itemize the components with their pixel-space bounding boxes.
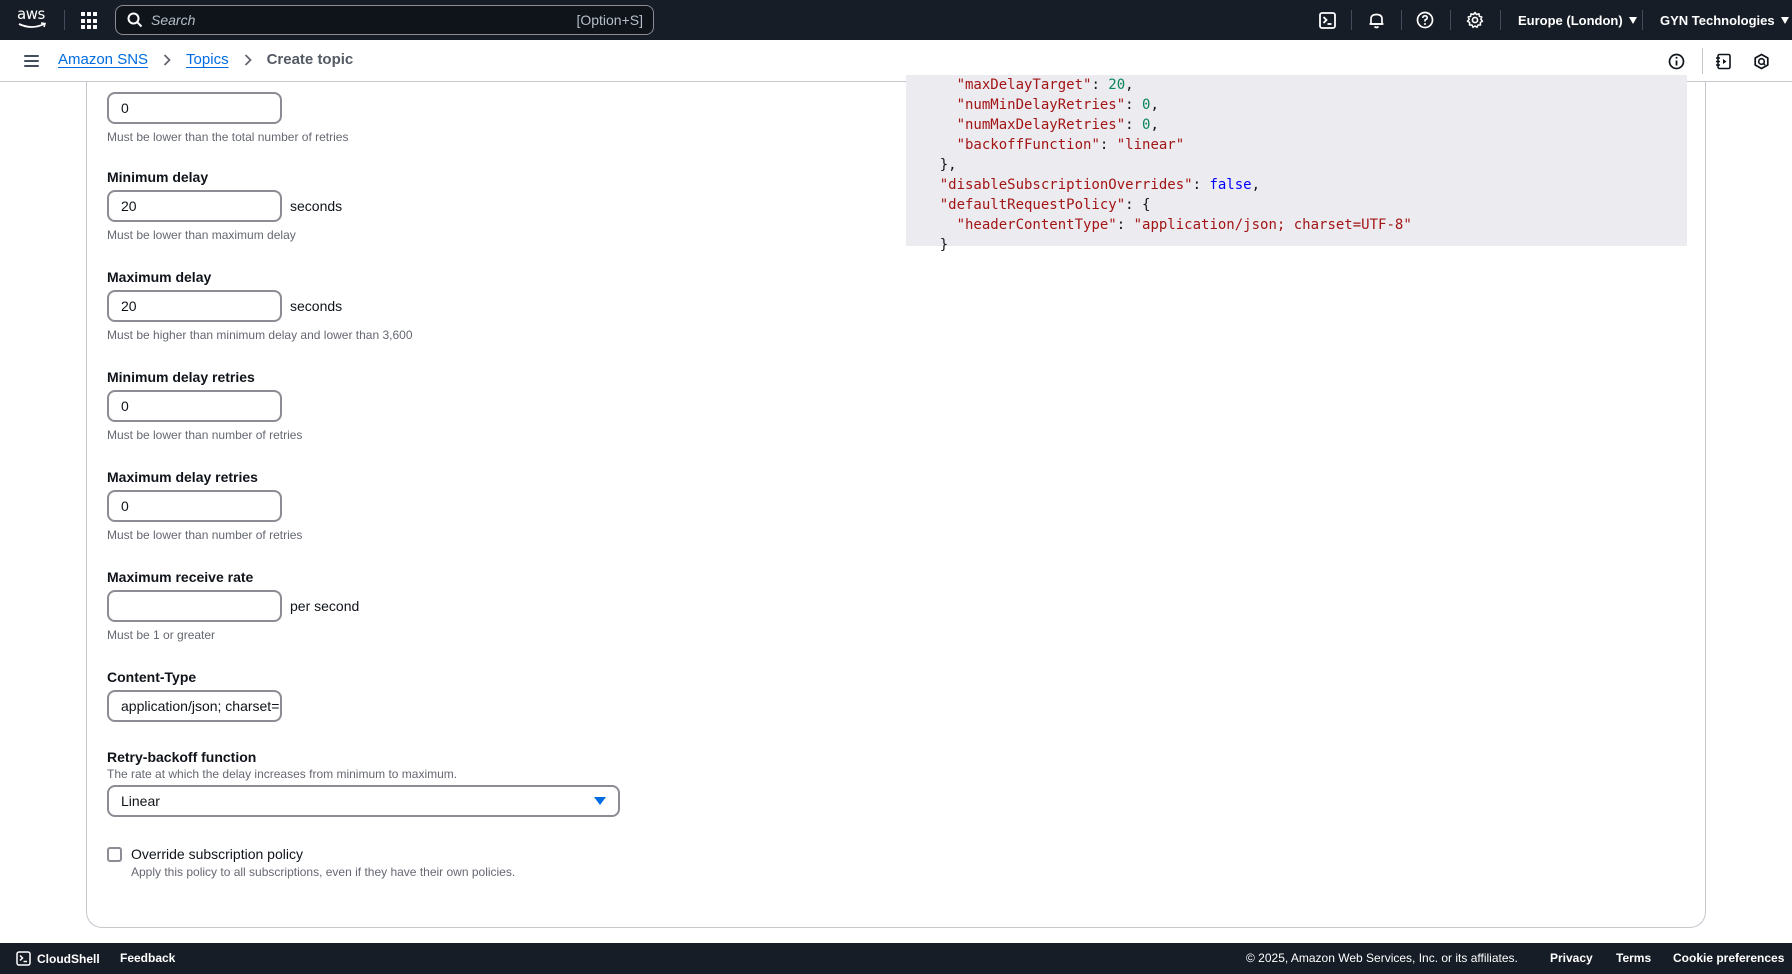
retry-backoff-label: Retry-backoff function bbox=[107, 749, 257, 765]
aws-logo[interactable]: aws bbox=[17, 6, 49, 32]
min-delay-retries-label: Minimum delay retries bbox=[107, 369, 255, 385]
search-icon bbox=[127, 12, 143, 28]
retries-input[interactable]: 0 bbox=[107, 92, 282, 124]
info-icon[interactable] bbox=[1666, 51, 1686, 71]
min-delay-retries-description: Must be lower than number of retries bbox=[107, 428, 303, 442]
breadcrumb: Amazon SNS Topics Create topic bbox=[58, 51, 353, 68]
max-receive-rate-label: Maximum receive rate bbox=[107, 569, 254, 585]
search-input[interactable]: Search [Option+S] bbox=[115, 5, 654, 35]
privacy-link[interactable]: Privacy bbox=[1550, 951, 1593, 965]
top-navigation: aws Search [Option+S] Europe (London) GY… bbox=[0, 0, 1792, 40]
max-delay-description: Must be higher than minimum delay and lo… bbox=[107, 328, 413, 342]
account-menu[interactable]: GYN Technologies bbox=[1660, 10, 1789, 30]
content-type-label: Content-Type bbox=[107, 669, 197, 685]
max-delay-retries-description: Must be lower than number of retries bbox=[107, 528, 303, 542]
breadcrumb-amazon-sns[interactable]: Amazon SNS bbox=[58, 51, 148, 68]
override-policy-description: Apply this policy to all subscriptions, … bbox=[131, 865, 516, 879]
assistant-icon[interactable] bbox=[1751, 51, 1771, 71]
retry-backoff-description: The rate at which the delay increases fr… bbox=[107, 767, 458, 781]
max-receive-rate-description: Must be 1 or greater bbox=[107, 628, 216, 642]
min-delay-retries-field: Minimum delay retries 0 Must be lower th… bbox=[107, 369, 302, 442]
min-delay-retries-input[interactable]: 0 bbox=[107, 390, 282, 422]
caret-down-icon bbox=[1780, 16, 1789, 24]
code-line: "defaultRequestPolicy": { bbox=[939, 197, 1151, 213]
settings-icon[interactable] bbox=[1465, 10, 1485, 30]
code-line: "headerContentType": "application/json; … bbox=[956, 217, 1412, 233]
terms-link[interactable]: Terms bbox=[1616, 951, 1651, 965]
services-menu-icon[interactable] bbox=[81, 12, 99, 30]
max-delay-field: Maximum delay 20 seconds Must be higher … bbox=[107, 269, 413, 342]
max-delay-retries-label: Maximum delay retries bbox=[107, 469, 258, 485]
utility-divider bbox=[1702, 48, 1703, 74]
retry-backoff-selected: Linear bbox=[121, 793, 160, 809]
search-placeholder: Search bbox=[151, 12, 196, 28]
cloudshell-label: CloudShell bbox=[37, 951, 100, 966]
max-delay-retries-field: Maximum delay retries 0 Must be lower th… bbox=[107, 469, 302, 542]
min-delay-field: Minimum delay 20 seconds Must be lower t… bbox=[107, 169, 342, 242]
notifications-icon[interactable] bbox=[1366, 10, 1386, 30]
max-delay-label: Maximum delay bbox=[107, 269, 212, 285]
retries-field: 0 Must be lower than the total number of… bbox=[107, 92, 348, 144]
content-type-input[interactable]: application/json; charset=UTF-8 bbox=[107, 690, 282, 722]
min-delay-description: Must be lower than maximum delay bbox=[107, 228, 296, 242]
min-delay-input[interactable]: 20 bbox=[107, 190, 282, 222]
json-preview: "maxDelayTarget": 20, "numMinDelayRetrie… bbox=[906, 75, 1687, 253]
cookie-preferences-link[interactable]: Cookie preferences bbox=[1673, 951, 1784, 965]
copyright-text: © 2025, Amazon Web Services, Inc. or its… bbox=[1246, 951, 1518, 965]
account-label: GYN Technologies bbox=[1660, 12, 1775, 28]
max-receive-rate-unit: per second bbox=[290, 598, 360, 614]
override-policy-field: Override subscription policy Apply this … bbox=[107, 846, 515, 879]
code-line: "maxDelayTarget": 20, bbox=[956, 77, 1134, 93]
cloudshell-button[interactable]: CloudShell bbox=[16, 951, 100, 966]
nav-divider bbox=[64, 10, 65, 30]
code-line: } bbox=[939, 237, 949, 253]
max-delay-input[interactable]: 20 bbox=[107, 290, 282, 322]
code-line: }, bbox=[939, 157, 957, 173]
nav-divider bbox=[1642, 10, 1643, 30]
min-delay-label: Minimum delay bbox=[107, 169, 209, 185]
min-delay-unit: seconds bbox=[290, 198, 343, 214]
region-selector[interactable]: Europe (London) bbox=[1518, 10, 1637, 30]
chevron-right-icon bbox=[163, 53, 171, 66]
max-delay-retries-input[interactable]: 0 bbox=[107, 490, 282, 522]
max-delay-unit: seconds bbox=[290, 298, 343, 314]
cloudshell-icon[interactable] bbox=[1317, 10, 1337, 30]
nav-divider bbox=[1401, 10, 1402, 30]
content-type-field: Content-Type application/json; charset=U… bbox=[107, 669, 282, 722]
hamburger-menu-icon[interactable] bbox=[24, 55, 39, 67]
aws-smile-icon bbox=[18, 22, 46, 28]
retries-description: Must be lower than the total number of r… bbox=[107, 130, 349, 144]
breadcrumb-current: Create topic bbox=[266, 51, 354, 68]
max-receive-rate-input[interactable] bbox=[107, 590, 282, 622]
nav-divider bbox=[1450, 10, 1451, 30]
nav-divider bbox=[1351, 10, 1352, 30]
search-shortcut: [Option+S] bbox=[576, 12, 643, 28]
caret-down-icon bbox=[594, 797, 606, 805]
code-line: "disableSubscriptionOverrides": false, bbox=[939, 177, 1261, 193]
code-line: "numMaxDelayRetries": 0, bbox=[956, 117, 1159, 133]
footer: CloudShell Feedback © 2025, Amazon Web S… bbox=[0, 943, 1792, 974]
code-line: "backoffFunction": "linear" bbox=[956, 137, 1185, 153]
notes-icon[interactable] bbox=[1713, 51, 1733, 71]
help-icon[interactable] bbox=[1415, 10, 1435, 30]
nav-divider bbox=[1500, 10, 1501, 30]
breadcrumb-topics[interactable]: Topics bbox=[186, 51, 229, 68]
override-policy-checkbox[interactable] bbox=[107, 846, 122, 862]
override-policy-label[interactable]: Override subscription policy bbox=[131, 846, 303, 862]
region-label: Europe (London) bbox=[1518, 12, 1623, 28]
retry-backoff-field: Retry-backoff function The rate at which… bbox=[107, 749, 620, 817]
feedback-link[interactable]: Feedback bbox=[120, 951, 175, 965]
code-line: "numMinDelayRetries": 0, bbox=[956, 97, 1159, 113]
cloudshell-icon bbox=[16, 951, 31, 966]
aws-logo-text: aws bbox=[17, 5, 45, 23]
retry-backoff-select[interactable]: Linear bbox=[107, 785, 620, 817]
chevron-right-icon bbox=[244, 53, 252, 66]
caret-down-icon bbox=[1628, 16, 1637, 24]
max-receive-rate-field: Maximum receive rate per second Must be … bbox=[107, 569, 359, 642]
